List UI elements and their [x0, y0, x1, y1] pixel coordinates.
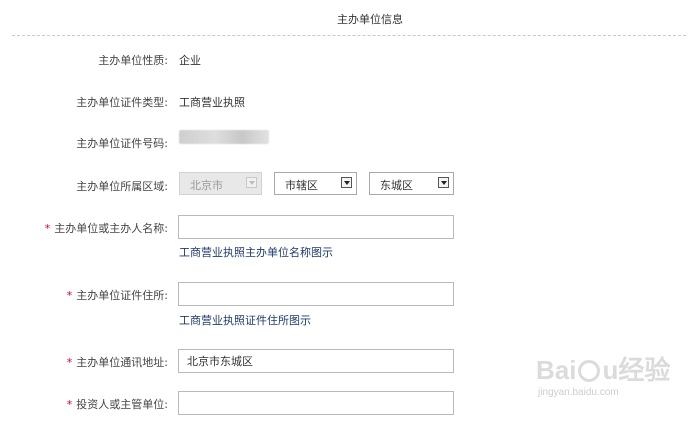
address-input[interactable] [178, 282, 454, 306]
name-input[interactable] [178, 215, 454, 239]
watermark-brand-left: Bai [536, 355, 577, 385]
watermark-site: jingyan.baidu.com [538, 387, 619, 398]
investor-label: * 投资人或主管单位: [67, 396, 168, 412]
cert-no-label: 主办单位证件号码: [76, 137, 168, 150]
district-select[interactable]: 东城区 [369, 172, 454, 195]
baidu-jingyan-watermark: Bai u经验 jingyan.baidu.com [536, 350, 670, 398]
province-select-value: 北京市 [190, 179, 223, 192]
required-mark: * [66, 398, 73, 411]
paw-icon [578, 360, 601, 382]
address-hint-link[interactable]: 工商营业执照证件住所图示 [179, 312, 311, 328]
address-label: * 主办单位证件住所: [67, 287, 168, 303]
required-mark: * [66, 356, 73, 369]
required-mark: * [44, 222, 51, 235]
investor-label-text: 投资人或主管单位: [76, 398, 168, 411]
title-divider [12, 35, 686, 36]
nature-value: 企业 [179, 54, 201, 67]
name-label-text: 主办单位或主办人名称: [54, 222, 168, 235]
city-select-value: 市辖区 [285, 179, 318, 192]
address-label-text: 主办单位证件住所: [76, 289, 168, 302]
chevron-down-icon [246, 177, 257, 188]
mail-address-label-text: 主办单位通讯地址: [76, 356, 168, 369]
chevron-down-icon[interactable] [438, 177, 449, 188]
cert-no-value-redacted [179, 130, 269, 144]
cert-type-value: 工商营业执照 [179, 96, 245, 109]
mail-address-label: * 主办单位通讯地址: [67, 354, 168, 370]
province-select: 北京市 [179, 172, 262, 195]
name-hint-link[interactable]: 工商营业执照主办单位名称图示 [179, 244, 333, 260]
city-select[interactable]: 市辖区 [274, 172, 357, 195]
page-title: 主办单位信息 [337, 13, 403, 26]
cert-type-label: 主办单位证件类型: [76, 96, 168, 109]
watermark-brand-cn: 经验 [618, 355, 671, 385]
name-label: * 主办单位或主办人名称: [45, 220, 168, 236]
region-label: 主办单位所属区域: [76, 180, 168, 193]
nature-label: 主办单位性质: [98, 54, 168, 67]
required-mark: * [66, 289, 73, 302]
investor-input[interactable] [178, 391, 454, 415]
watermark-brand-right: u [602, 355, 619, 385]
chevron-down-icon[interactable] [341, 177, 352, 188]
district-select-value: 东城区 [380, 179, 413, 192]
mail-address-input[interactable] [178, 349, 454, 373]
